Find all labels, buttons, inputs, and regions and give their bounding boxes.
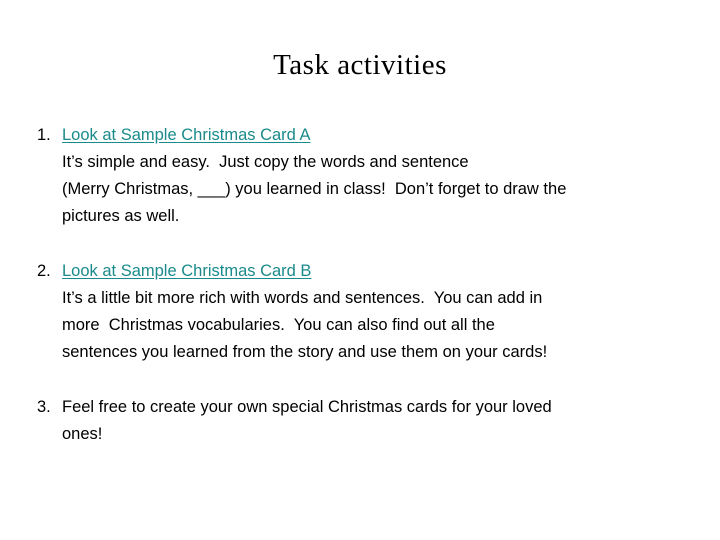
task-item-1-number: 1. xyxy=(37,126,51,144)
task-item-1-line-3: pictures as well. xyxy=(62,207,180,225)
task-item-3: 3. Feel free to create your own special … xyxy=(36,394,696,448)
task-item-2-heading-link[interactable]: Look at Sample Christmas Card B xyxy=(62,262,311,280)
page-title: Task activities xyxy=(273,49,447,81)
task-item-2-line-2: more Christmas vocabularies. You can als… xyxy=(62,316,495,334)
task-item-1-heading-row: Look at Sample Christmas Card A xyxy=(62,122,696,149)
task-item-1-heading-link[interactable]: Look at Sample Christmas Card A xyxy=(62,126,311,144)
task-item-2: 2. Look at Sample Christmas Card B It’s … xyxy=(36,258,696,366)
task-item-2-number: 2. xyxy=(37,262,51,280)
task-item-3-number: 3. xyxy=(37,398,51,416)
task-item-1-line-1: It’s simple and easy. Just copy the word… xyxy=(62,153,469,171)
task-item-3-line-1: ones! xyxy=(62,425,103,443)
task-item-2-line-3: sentences you learned from the story and… xyxy=(62,343,548,361)
task-item-2-heading-row: Look at Sample Christmas Card B xyxy=(62,258,696,285)
task-item-1: 1. Look at Sample Christmas Card A It’s … xyxy=(36,122,696,230)
slide-canvas: Task activities 1. Look at Sample Christ… xyxy=(0,0,720,540)
task-item-3-heading-row: Feel free to create your own special Chr… xyxy=(62,394,696,421)
task-item-2-line-1: It’s a little bit more rich with words a… xyxy=(62,289,543,307)
task-item-3-heading: Feel free to create your own special Chr… xyxy=(62,398,552,416)
task-item-1-line-2: (Merry Christmas, ___) you learned in cl… xyxy=(62,180,567,198)
task-list: 1. Look at Sample Christmas Card A It’s … xyxy=(36,122,696,448)
